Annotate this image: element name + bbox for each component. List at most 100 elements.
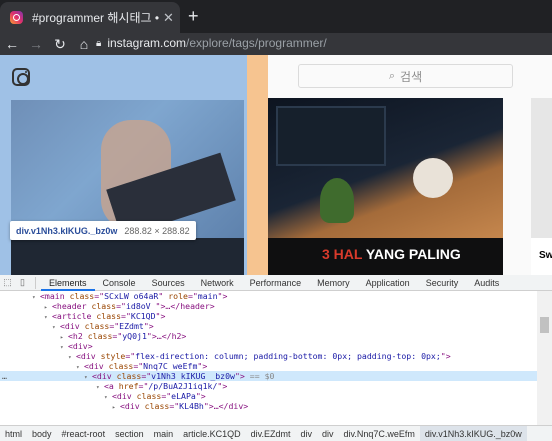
attr-name: class bbox=[116, 371, 142, 381]
tag-close: > bbox=[200, 391, 206, 401]
tab-title: #programmer 해시태그 • Instag bbox=[32, 11, 159, 25]
post-thumbnail[interactable] bbox=[11, 238, 244, 275]
punct: =" bbox=[116, 301, 126, 311]
url-path: /explore/tags/programmer/ bbox=[186, 36, 327, 50]
tag-name: <div bbox=[92, 371, 112, 381]
breadcrumb-item[interactable]: div.EZdmt bbox=[246, 426, 296, 441]
breadcrumb-item[interactable]: section bbox=[110, 426, 149, 441]
attr-value: SCxLW o64aR bbox=[104, 291, 159, 301]
inspect-tooltip: div.v1Nh3.kIKUG._bz0w 288.82 × 288.82 bbox=[10, 221, 196, 240]
tag-name: <div bbox=[120, 401, 140, 411]
attr-name: class bbox=[87, 331, 113, 341]
dom-node[interactable]: ▸ <div class="KL4Bh">…</div> bbox=[0, 401, 537, 411]
lock-icon: 🔒︎ bbox=[96, 37, 102, 49]
more-actions-icon[interactable]: … bbox=[2, 371, 7, 381]
back-arrow-icon[interactable]: ← bbox=[0, 36, 24, 52]
breadcrumb-item[interactable]: html bbox=[0, 426, 27, 441]
post-thumbnail[interactable]: 3 HAL YANG PALING bbox=[268, 238, 503, 275]
dom-node[interactable]: ▾ <div class="EZdmt"> bbox=[0, 321, 537, 331]
breadcrumb-item[interactable]: div bbox=[295, 426, 317, 441]
devtools-tab-console[interactable]: Console bbox=[95, 275, 144, 291]
tag-name: <div bbox=[84, 361, 104, 371]
devtools-tab-network[interactable]: Network bbox=[193, 275, 242, 291]
devtools-tab-audits[interactable]: Audits bbox=[466, 275, 507, 291]
attr-value: main bbox=[197, 291, 218, 301]
devtools-tab-memory[interactable]: Memory bbox=[309, 275, 358, 291]
devtools-tab-elements[interactable]: Elements bbox=[41, 275, 95, 291]
photo-detail bbox=[413, 158, 453, 198]
attr-value: flex-direction: column; padding-bottom: … bbox=[135, 351, 441, 361]
tooltip-selector: div.v1Nh3.kIKUG._bz0w bbox=[16, 225, 118, 236]
post-thumbnail[interactable]: Swi bbox=[531, 238, 552, 275]
attr-value: Nnq7C weEfm bbox=[143, 361, 198, 371]
home-icon[interactable]: ⌂ bbox=[72, 36, 96, 52]
reload-icon[interactable]: ↻ bbox=[48, 36, 72, 53]
tag-name: <article bbox=[52, 311, 92, 321]
tag-tail: …</div> bbox=[213, 401, 249, 411]
search-placeholder: 검색 bbox=[400, 69, 423, 84]
dom-node[interactable]: ▾ <main class="SCxLW o64aR" role="main"> bbox=[0, 291, 537, 301]
breadcrumb-item[interactable]: div bbox=[317, 426, 339, 441]
devtools-tab-security[interactable]: Security bbox=[418, 275, 467, 291]
attr-name: class bbox=[84, 321, 110, 331]
scrollbar-thumb[interactable] bbox=[540, 317, 549, 333]
tag-name: <div bbox=[76, 351, 96, 361]
breadcrumb-item[interactable]: div.Nnq7C.weEfm bbox=[339, 426, 420, 441]
dom-node[interactable]: ▾ <div style="flex-direction: column; pad… bbox=[0, 351, 537, 361]
tag-name: <header bbox=[52, 301, 87, 311]
punct: =" bbox=[94, 291, 105, 301]
instagram-logo-icon[interactable] bbox=[12, 68, 30, 86]
instagram-favicon-icon bbox=[10, 11, 23, 24]
breadcrumb-item[interactable]: body bbox=[27, 426, 57, 441]
attr-name: class bbox=[136, 391, 162, 401]
dom-node[interactable]: ▾ <div class="eLAPa"> bbox=[0, 391, 537, 401]
dom-node[interactable]: ▸ <h2 class="yQ0j1">…</h2> bbox=[0, 331, 537, 341]
attr-value: id8oV bbox=[125, 301, 156, 311]
attr-name: class bbox=[96, 311, 122, 321]
attr-name: class bbox=[144, 401, 170, 411]
punct: =" bbox=[138, 381, 149, 391]
punct: =" bbox=[133, 361, 144, 371]
url-host: instagram.com bbox=[107, 36, 187, 50]
tag-name: <main bbox=[40, 291, 65, 301]
attr-name: role bbox=[168, 291, 188, 301]
address-bar[interactable]: 🔒︎ instagram.com/explore/tags/programmer… bbox=[96, 33, 552, 53]
attr-name: class bbox=[91, 301, 117, 311]
dom-node[interactable]: ▸ <header class="id8oV ">…</header> bbox=[0, 301, 537, 311]
device-toolbar-icon[interactable]: ▯ bbox=[15, 277, 30, 288]
devtools-tab-performance[interactable]: Performance bbox=[242, 275, 310, 291]
tag-close: > bbox=[87, 341, 93, 351]
elements-scrollbar[interactable] bbox=[537, 291, 552, 425]
breadcrumb-item[interactable]: article.KC1QD bbox=[178, 426, 246, 441]
tag-close: > bbox=[222, 381, 228, 391]
attr-value: yQ0j1 bbox=[122, 331, 147, 341]
inspect-element-icon[interactable]: ⬚ bbox=[0, 277, 15, 288]
padding-highlight-overlay bbox=[247, 55, 268, 275]
close-tab-icon[interactable]: ✕ bbox=[163, 10, 174, 26]
expand-toggle-icon[interactable]: ▸ bbox=[112, 403, 120, 413]
plus-icon[interactable]: + bbox=[188, 7, 199, 25]
attr-name: style bbox=[100, 351, 126, 361]
selected-dom-node[interactable]: … ▾ <div class="v1Nh3 kIKUG _bz0w"> == $0 bbox=[0, 371, 537, 381]
attr-value: v1Nh3 kIKUG _bz0w bbox=[151, 371, 235, 381]
dom-node[interactable]: ▾ <div class="Nnq7C weEfm"> bbox=[0, 361, 537, 371]
console-ref: == $0 bbox=[244, 371, 275, 381]
breadcrumb-item[interactable]: main bbox=[149, 426, 179, 441]
tag-name: <div bbox=[68, 341, 88, 351]
dom-node[interactable]: ▾ <a href="/p/BuA2J1iq1k/"> bbox=[0, 381, 537, 391]
devtools-tab-sources[interactable]: Sources bbox=[144, 275, 193, 291]
devtools-tab-application[interactable]: Application bbox=[358, 275, 418, 291]
tag-name: <a bbox=[104, 381, 114, 391]
punct: =" bbox=[141, 371, 152, 381]
dom-node[interactable]: ▾ <article class="KC1QD"> bbox=[0, 311, 537, 321]
forward-arrow-icon[interactable]: → bbox=[24, 36, 48, 52]
search-icon: ⌕ bbox=[388, 69, 396, 82]
breadcrumb-item[interactable]: #react-root bbox=[57, 426, 111, 441]
photo-detail bbox=[320, 178, 354, 223]
attr-name: class bbox=[69, 291, 95, 301]
browser-tab[interactable]: #programmer 해시태그 • Instag ✕ bbox=[0, 2, 180, 33]
url-text: instagram.com/explore/tags/programmer/ bbox=[107, 36, 326, 50]
breadcrumb-item[interactable]: div.v1Nh3.kIKUG._bz0w bbox=[419, 426, 527, 441]
dom-node[interactable]: ▾ <div> bbox=[0, 341, 537, 351]
search-input[interactable]: ⌕ 검색 bbox=[298, 64, 513, 88]
